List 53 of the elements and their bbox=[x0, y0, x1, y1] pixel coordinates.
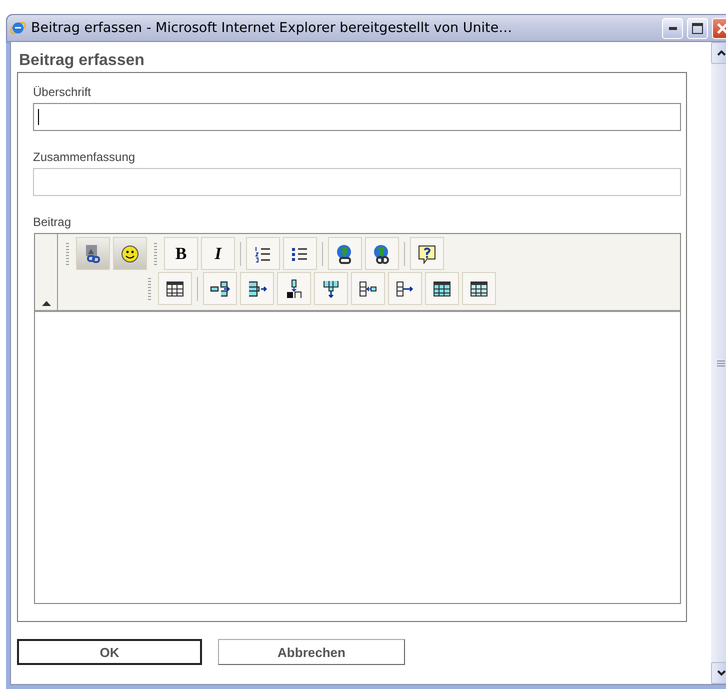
table-tool-button[interactable] bbox=[314, 272, 348, 305]
maximize-button[interactable] bbox=[687, 18, 708, 38]
scrollbar[interactable] bbox=[711, 42, 726, 684]
table-tool-button[interactable] bbox=[351, 272, 385, 305]
table-arrow-icon bbox=[284, 278, 304, 298]
rich-text-editor[interactable]: B I bbox=[34, 233, 681, 604]
table-arrow-icon bbox=[247, 278, 267, 298]
table-arrow-icon bbox=[210, 278, 230, 298]
globe-chain-icon bbox=[372, 244, 392, 264]
scroll-down-button[interactable] bbox=[711, 662, 726, 684]
numbered-list-button[interactable] bbox=[246, 237, 280, 270]
table-icon bbox=[165, 278, 185, 298]
field-label: Zusammenfassung bbox=[33, 150, 136, 164]
table-arrow-icon bbox=[395, 278, 415, 298]
field-label: Beitrag bbox=[33, 215, 72, 229]
cancel-button[interactable]: Abbrechen bbox=[218, 639, 405, 665]
table-tool-button[interactable] bbox=[462, 272, 496, 305]
text-field[interactable] bbox=[33, 103, 681, 131]
image-chain-icon bbox=[83, 244, 103, 264]
minimize-button[interactable] bbox=[662, 18, 683, 38]
maximize-icon bbox=[692, 22, 703, 34]
table-icon bbox=[469, 278, 489, 298]
table-tool-button[interactable] bbox=[425, 272, 459, 305]
image-link-button[interactable] bbox=[76, 237, 110, 270]
page-heading: Beitrag erfassen bbox=[19, 52, 146, 70]
table-arrow-icon bbox=[321, 278, 341, 298]
table-arrow-icon bbox=[358, 278, 378, 298]
collapse-toolbar-icon bbox=[42, 301, 50, 306]
italic-button[interactable]: I bbox=[201, 237, 235, 270]
insert-table-button[interactable] bbox=[158, 272, 192, 305]
insert-link-button[interactable] bbox=[328, 237, 362, 270]
table-tool-button[interactable] bbox=[240, 272, 274, 305]
window-title: Beitrag erfassen - Microsoft Internet Explorer bereitgestellt von Unite… bbox=[31, 20, 514, 36]
help-button[interactable] bbox=[410, 237, 444, 270]
help-icon bbox=[417, 244, 437, 264]
smiley-icon bbox=[120, 244, 140, 264]
close-icon bbox=[717, 22, 726, 34]
text-cursor bbox=[38, 109, 39, 125]
bold-button[interactable]: B bbox=[164, 237, 198, 270]
browser-logo-icon bbox=[9, 19, 27, 37]
bullet-list-button[interactable] bbox=[283, 237, 317, 270]
table-tool-button[interactable] bbox=[277, 272, 311, 305]
field-label: Überschrift bbox=[33, 85, 92, 99]
table-icon bbox=[432, 278, 452, 298]
remove-link-button[interactable] bbox=[365, 237, 399, 270]
minimize-icon bbox=[668, 26, 676, 30]
emoticon-button[interactable] bbox=[113, 237, 147, 270]
scroll-up-button[interactable] bbox=[711, 42, 726, 64]
table-tool-button[interactable] bbox=[388, 272, 422, 305]
table-tool-button[interactable] bbox=[203, 272, 237, 305]
ok-button[interactable]: OK bbox=[17, 639, 202, 665]
scroll-grip-icon bbox=[717, 360, 725, 366]
text-field[interactable] bbox=[33, 168, 681, 196]
